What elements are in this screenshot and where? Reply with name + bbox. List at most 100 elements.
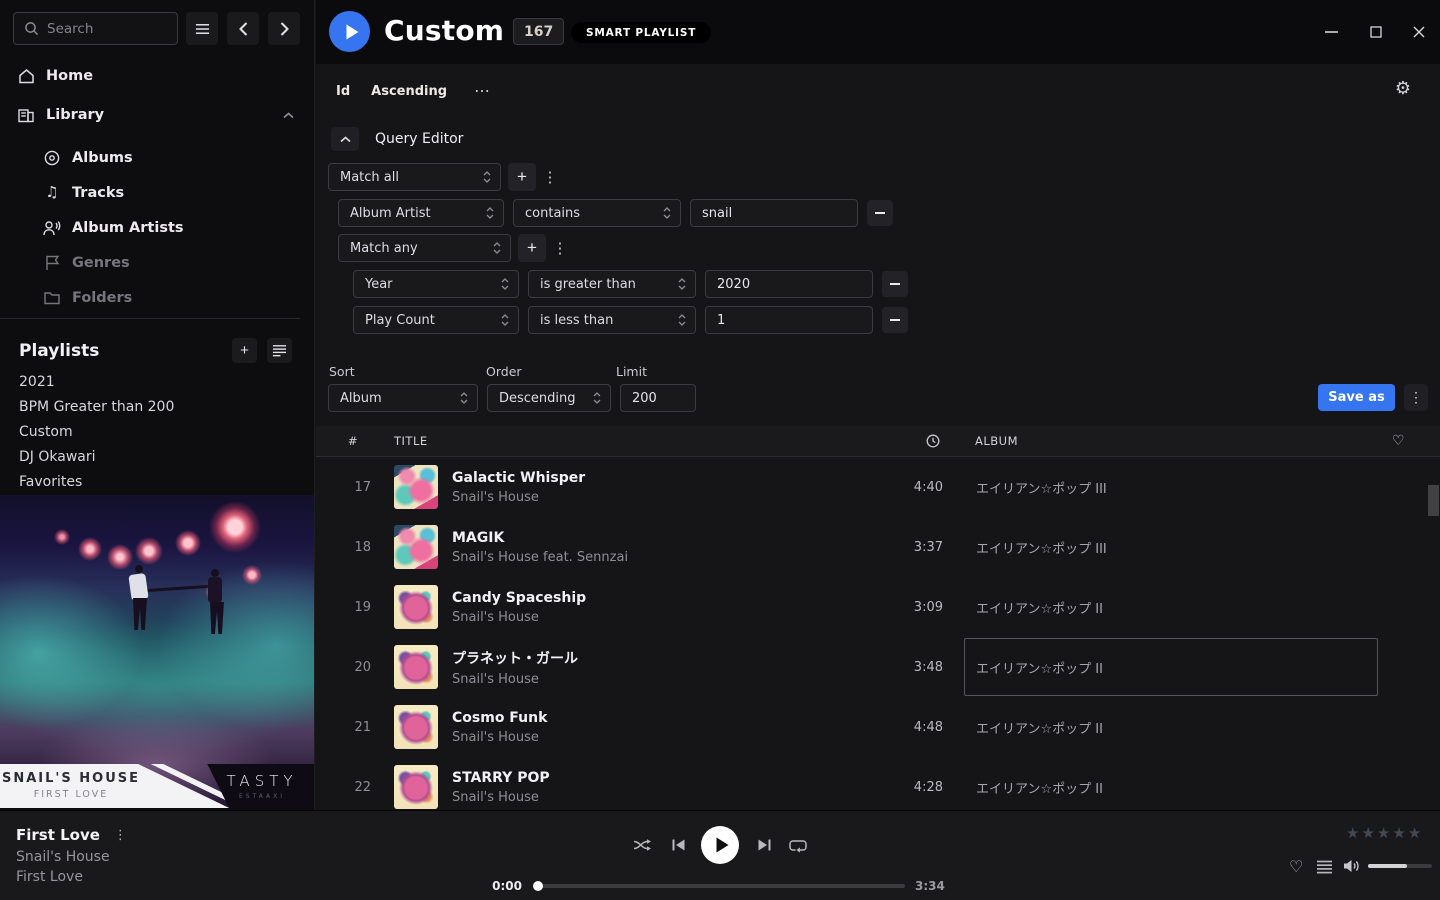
star-icon[interactable]: ★	[1361, 825, 1374, 841]
track-artist[interactable]: Snail's House	[452, 790, 883, 805]
remove-rule-button[interactable]	[882, 271, 908, 297]
add-playlist-button[interactable]: +	[232, 338, 257, 363]
track-album[interactable]: エイリアン☆ポップ III	[964, 518, 1378, 576]
rule-value-input[interactable]	[705, 270, 873, 298]
track-title[interactable]: Cosmo Funk	[452, 710, 883, 726]
sidebar-item-album-artists[interactable]: Album Artists	[0, 210, 314, 245]
track-menu-icon[interactable]: ⋮	[114, 828, 127, 843]
collapse-query-editor-button[interactable]	[331, 127, 359, 151]
volume-button[interactable]	[1343, 859, 1362, 873]
seek-knob[interactable]	[533, 881, 543, 891]
queue-button[interactable]	[1316, 860, 1333, 874]
back-button[interactable]	[227, 12, 259, 45]
track-title[interactable]: STARRY POP	[452, 770, 883, 786]
sort-field-button[interactable]: Id	[336, 84, 350, 99]
track-album-art-thumbnail[interactable]	[394, 645, 438, 689]
track-album-art-thumbnail[interactable]	[394, 465, 438, 509]
now-playing-album[interactable]: First Love	[16, 869, 83, 885]
sidebar-item-library[interactable]: Library	[0, 100, 314, 130]
track-album-art-thumbnail[interactable]	[394, 585, 438, 629]
sidebar-item-folders[interactable]: Folders	[0, 280, 314, 315]
column-index[interactable]: #	[335, 434, 371, 448]
track-album[interactable]: エイリアン☆ポップ III	[964, 458, 1378, 516]
sort-select[interactable]: Album	[328, 384, 478, 412]
playlist-item-2021[interactable]: 2021	[0, 369, 314, 394]
rule-operator-select[interactable]: contains	[513, 199, 681, 227]
previous-track-button[interactable]	[666, 833, 690, 857]
group-options-button[interactable]: ⋮	[540, 168, 560, 186]
more-options-icon[interactable]: ⋯	[474, 86, 491, 96]
track-row[interactable]: 20プラネット・ガールSnail's House3:48エイリアン☆ポップ II	[316, 637, 1440, 697]
chevron-up-icon[interactable]	[283, 112, 294, 119]
track-row[interactable]: 18MAGIKSnail's House feat. Sennzai3:37エイ…	[316, 517, 1440, 577]
window-maximize-button[interactable]	[1367, 23, 1385, 41]
match-any-select[interactable]: Match any	[338, 234, 511, 262]
track-row[interactable]: 17Galactic WhisperSnail's House4:40エイリアン…	[316, 457, 1440, 517]
play-pause-button[interactable]	[701, 826, 739, 864]
track-title[interactable]: プラネット・ガール	[452, 648, 883, 668]
rule-field-select[interactable]: Year	[353, 270, 519, 298]
volume-slider[interactable]	[1368, 864, 1432, 868]
track-title[interactable]: MAGIK	[452, 530, 883, 546]
play-playlist-button[interactable]	[329, 11, 370, 52]
save-more-options-button[interactable]: ⋮	[1404, 384, 1428, 411]
seek-bar[interactable]	[535, 884, 905, 888]
now-playing-artist[interactable]: Snail's House	[16, 849, 110, 865]
shuffle-button[interactable]	[630, 833, 654, 857]
favorite-button[interactable]: ♡	[1289, 857, 1303, 877]
playlist-item-bpm-greater-than-200[interactable]: BPM Greater than 200	[0, 394, 314, 419]
add-rule-button[interactable]: +	[518, 234, 546, 262]
track-album-art-thumbnail[interactable]	[394, 765, 438, 809]
rule-value-input[interactable]	[690, 199, 858, 227]
window-close-button[interactable]	[1410, 23, 1428, 41]
column-album[interactable]: ALBUM	[964, 434, 1378, 448]
repeat-button[interactable]	[786, 833, 810, 857]
rule-field-select[interactable]: Play Count	[353, 306, 519, 334]
star-icon[interactable]: ★	[1377, 825, 1390, 841]
scrollbar-thumb[interactable]	[1428, 485, 1439, 516]
add-rule-button[interactable]: +	[508, 163, 536, 191]
gear-icon[interactable]: ⚙	[1395, 78, 1411, 99]
search-field[interactable]	[47, 21, 157, 37]
sidebar-item-genres[interactable]: Genres	[0, 245, 314, 280]
track-album-art-thumbnail[interactable]	[394, 525, 438, 569]
order-select[interactable]: Descending	[487, 384, 611, 412]
track-album[interactable]: エイリアン☆ポップ II	[964, 758, 1378, 810]
track-title[interactable]: Galactic Whisper	[452, 470, 883, 486]
now-playing-title[interactable]: First Love	[16, 826, 100, 844]
window-minimize-button[interactable]	[1322, 23, 1340, 41]
forward-button[interactable]	[268, 12, 300, 45]
save-as-button[interactable]: Save as	[1318, 384, 1395, 411]
edit-playlists-button[interactable]	[267, 338, 292, 363]
playlist-item-dj-okawari[interactable]: DJ Okawari	[0, 444, 314, 469]
rule-operator-select[interactable]: is less than	[528, 306, 696, 334]
playlist-item-favorites[interactable]: Favorites	[0, 469, 314, 494]
rule-operator-select[interactable]: is greater than	[528, 270, 696, 298]
search-input[interactable]	[13, 12, 178, 45]
favorite-heart-icon[interactable]: ♡	[1392, 433, 1405, 449]
match-all-select[interactable]: Match all	[328, 163, 501, 191]
star-icon[interactable]: ★	[1408, 825, 1421, 841]
limit-input[interactable]	[620, 384, 696, 412]
track-artist[interactable]: Snail's House feat. Sennzai	[452, 550, 883, 565]
star-icon[interactable]: ★	[1346, 825, 1359, 841]
remove-rule-button[interactable]	[867, 200, 893, 226]
track-artist[interactable]: Snail's House	[452, 490, 883, 505]
track-album[interactable]: エイリアン☆ポップ II	[964, 698, 1378, 756]
rule-value-input[interactable]	[705, 306, 873, 334]
track-row[interactable]: 19Candy SpaceshipSnail's House3:09エイリアン☆…	[316, 577, 1440, 637]
playlist-item-custom[interactable]: Custom	[0, 419, 314, 444]
track-row[interactable]: 21Cosmo FunkSnail's House4:48エイリアン☆ポップ I…	[316, 697, 1440, 757]
track-artist[interactable]: Snail's House	[452, 610, 883, 625]
now-playing-album-art[interactable]: SNAIL'S HOUSE FIRST LOVE TASTY ESTAAXI	[0, 495, 314, 808]
sidebar-item-home[interactable]: Home	[0, 61, 314, 91]
track-album[interactable]: エイリアン☆ポップ II	[964, 638, 1378, 696]
sidebar-item-albums[interactable]: Albums	[0, 140, 314, 175]
rule-field-select[interactable]: Album Artist	[338, 199, 504, 227]
next-track-button[interactable]	[752, 833, 776, 857]
track-artist[interactable]: Snail's House	[452, 672, 883, 687]
track-row[interactable]: 22STARRY POPSnail's House4:28エイリアン☆ポップ I…	[316, 757, 1440, 810]
duration-clock-icon[interactable]	[926, 434, 943, 448]
track-title[interactable]: Candy Spaceship	[452, 590, 883, 606]
track-album[interactable]: エイリアン☆ポップ II	[964, 578, 1378, 636]
